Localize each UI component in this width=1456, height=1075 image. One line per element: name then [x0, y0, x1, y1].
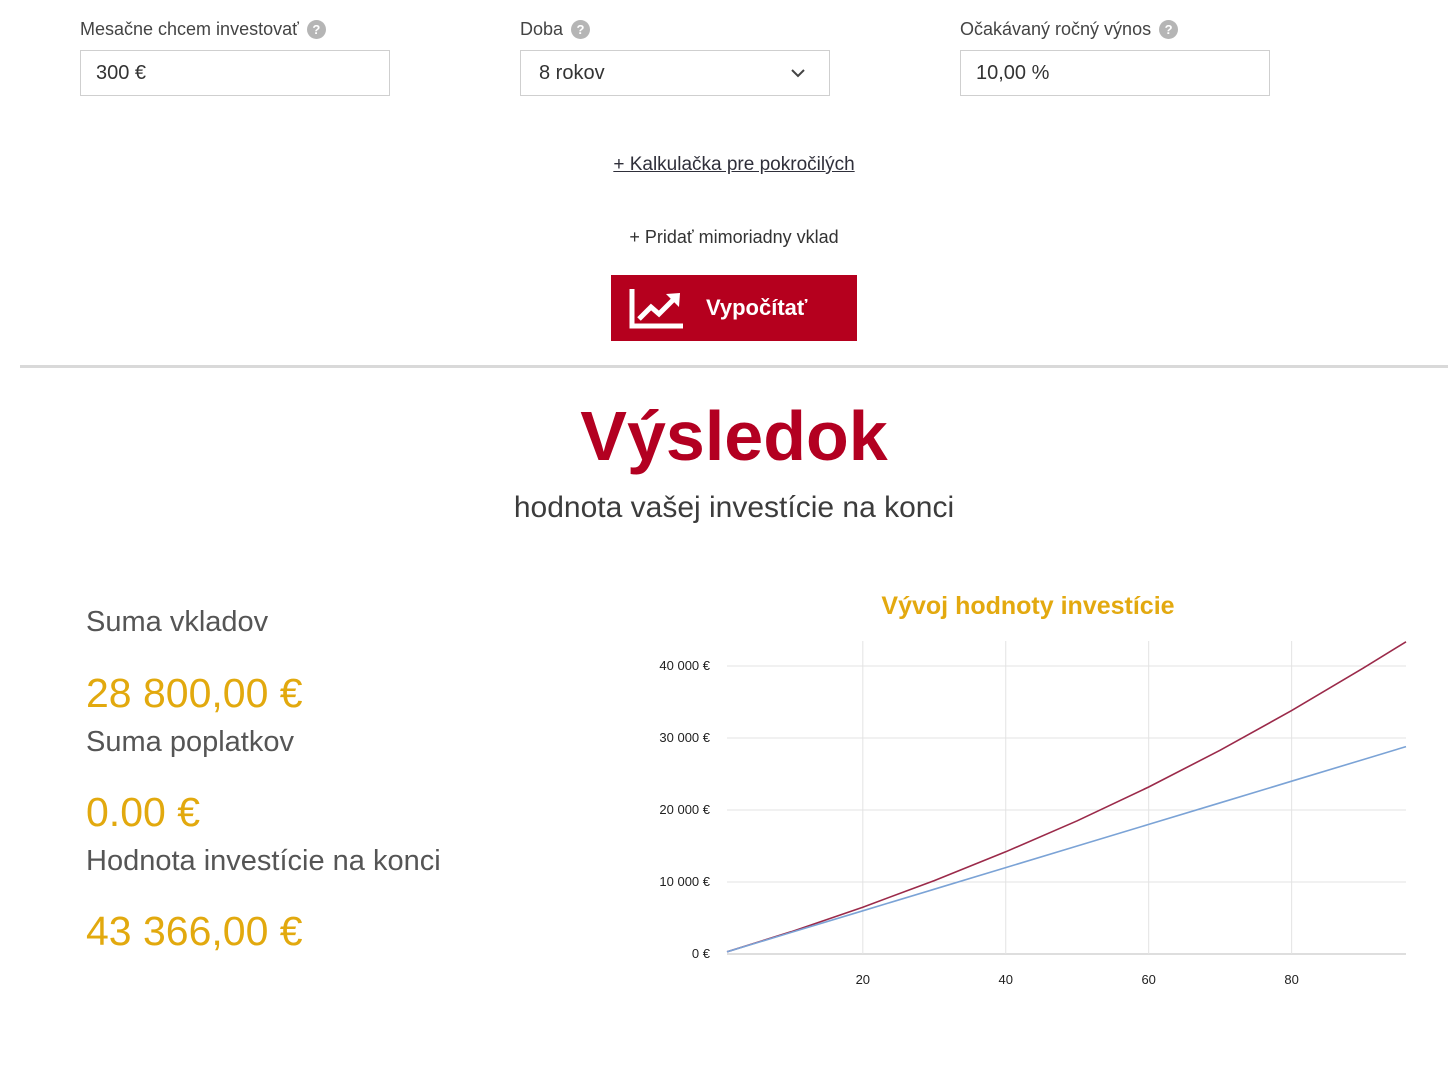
y-tick-label: 30 000 € — [659, 730, 710, 745]
investment-chart: 0 € 10 000 € 20 000 € 30 000 € 40 000 € 20 40 6… — [659, 641, 1407, 987]
x-tick-label: 20 — [856, 972, 870, 987]
x-tick-label: 60 — [1141, 972, 1155, 987]
x-tick-label: 80 — [1284, 972, 1298, 987]
x-tick-label: 40 — [999, 972, 1013, 987]
series-line-1 — [726, 641, 1407, 953]
y-tick-label: 20 000 € — [659, 802, 710, 817]
y-tick-label: 0 € — [692, 946, 711, 961]
y-tick-label: 10 000 € — [659, 874, 710, 889]
y-tick-label: 40 000 € — [659, 658, 710, 673]
series-line-2 — [726, 745, 1407, 953]
